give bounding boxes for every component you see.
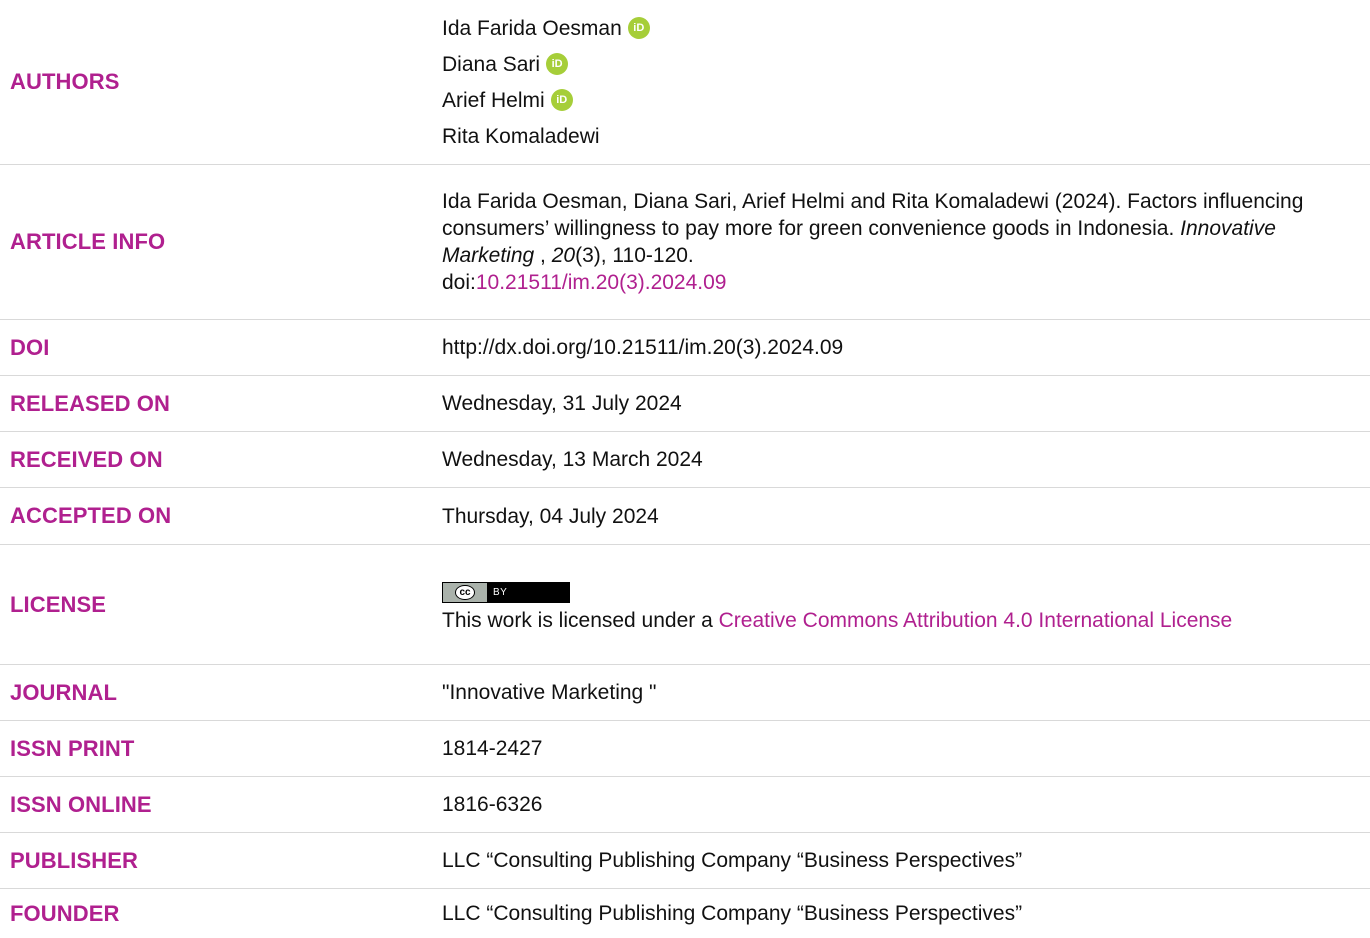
issn-online-row: ISSN ONLINE 1816-6326 — [0, 777, 1370, 833]
founder-label: FOUNDER — [10, 900, 120, 926]
issn-print-label: ISSN PRINT — [10, 735, 135, 761]
article-info-label: ARTICLE INFO — [10, 229, 166, 254]
journal-label: JOURNAL — [10, 679, 118, 705]
founder-value: LLC “Consulting Publishing Company “Busi… — [442, 902, 1023, 925]
authors-list: Ida Farida Oesman iD Diana Sari iD Arief… — [442, 10, 1370, 154]
author-name: Ida Farida Oesman — [442, 16, 622, 40]
cc-by-badge-icon[interactable]: cc BY — [442, 582, 570, 603]
author-item: Ida Farida Oesman iD — [442, 10, 1350, 46]
journal-row: JOURNAL "Innovative Marketing " — [0, 665, 1370, 721]
authors-label: AUTHORS — [10, 69, 120, 94]
accepted-value: Thursday, 04 July 2024 — [442, 504, 659, 528]
license-text: This work is licensed under a — [442, 609, 719, 632]
by-label: BY — [493, 587, 508, 598]
citation-text: Ida Farida Oesman, Diana Sari, Arief Hel… — [442, 190, 1304, 240]
authors-row: AUTHORS Ida Farida Oesman iD Diana Sari … — [0, 0, 1370, 165]
author-name: Diana Sari — [442, 52, 541, 76]
orcid-icon[interactable]: iD — [546, 53, 569, 75]
author-item: Diana Sari iD — [442, 46, 1350, 82]
citation-volume: 20 — [551, 244, 576, 267]
publisher-label: PUBLISHER — [10, 847, 139, 873]
received-label: RECEIVED ON — [10, 446, 163, 472]
article-citation: Ida Farida Oesman, Diana Sari, Arief Hel… — [442, 188, 1370, 296]
doi-row: DOI http://dx.doi.org/10.21511/im.20(3).… — [0, 320, 1370, 376]
article-info-row: ARTICLE INFO Ida Farida Oesman, Diana Sa… — [0, 165, 1370, 320]
publisher-value: LLC “Consulting Publishing Company “Busi… — [442, 849, 1023, 872]
doi-value: http://dx.doi.org/10.21511/im.20(3).2024… — [442, 336, 844, 359]
accepted-label: ACCEPTED ON — [10, 503, 172, 528]
license-label: LICENSE — [10, 591, 107, 617]
doi-label: DOI — [10, 334, 50, 360]
citation-issue-pages: (3), 110-120. — [575, 244, 694, 267]
issn-print-row: ISSN PRINT 1814-2427 — [0, 721, 1370, 777]
received-row: RECEIVED ON Wednesday, 13 March 2024 — [0, 432, 1370, 488]
citation-separator: , — [534, 244, 552, 267]
author-name: Rita Komaladewi — [442, 124, 600, 148]
author-name: Arief Helmi — [442, 88, 545, 112]
journal-value: "Innovative Marketing " — [442, 681, 657, 704]
citation-doi-prefix: doi: — [442, 271, 476, 294]
received-value: Wednesday, 13 March 2024 — [442, 448, 703, 471]
article-metadata-table: AUTHORS Ida Farida Oesman iD Diana Sari … — [0, 0, 1370, 938]
publisher-row: PUBLISHER LLC “Consulting Publishing Com… — [0, 833, 1370, 889]
citation-doi-link[interactable]: 10.21511/im.20(3).2024.09 — [476, 271, 727, 294]
accepted-row: ACCEPTED ON Thursday, 04 July 2024 — [0, 488, 1370, 545]
released-row: RELEASED ON Wednesday, 31 July 2024 — [0, 376, 1370, 432]
released-label: RELEASED ON — [10, 390, 171, 416]
cc-logo-icon: cc — [443, 583, 487, 602]
orcid-icon[interactable]: iD — [550, 89, 573, 111]
license-row: LICENSE cc BY This work is licensed unde… — [0, 545, 1370, 665]
author-item: Arief Helmi iD — [442, 82, 1350, 118]
author-item: Rita Komaladewi — [442, 118, 1350, 154]
released-value: Wednesday, 31 July 2024 — [442, 392, 682, 415]
license-link[interactable]: Creative Commons Attribution 4.0 Interna… — [719, 609, 1233, 632]
orcid-icon[interactable]: iD — [627, 17, 650, 39]
founder-row: FOUNDER LLC “Consulting Publishing Compa… — [0, 889, 1370, 938]
issn-online-label: ISSN ONLINE — [10, 791, 152, 817]
license-value: cc BY This work is licensed under a Crea… — [442, 575, 1370, 634]
issn-print-value: 1814-2427 — [442, 737, 543, 760]
issn-online-value: 1816-6326 — [442, 793, 543, 816]
